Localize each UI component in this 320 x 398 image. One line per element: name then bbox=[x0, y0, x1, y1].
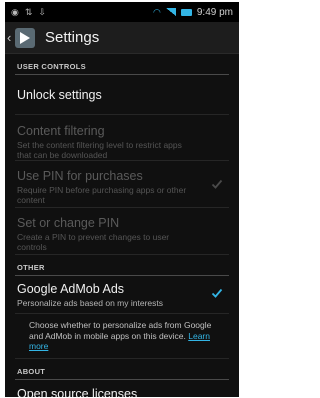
use-pin-item[interactable]: Use PIN for purchases Require PIN before… bbox=[15, 161, 229, 208]
admob-ads-summary: Personalize ads based on my interests bbox=[17, 298, 163, 308]
play-store-icon[interactable] bbox=[15, 27, 35, 48]
page-title: Settings bbox=[45, 29, 100, 46]
admob-ads-item[interactable]: Google AdMob Ads Personalize ads based o… bbox=[15, 276, 229, 314]
admob-ads-checkbox[interactable] bbox=[211, 287, 223, 299]
usb-icon: ⇅ bbox=[24, 6, 33, 17]
status-bar: ◉ ⇅ ⇩ ◠ 9:49 pm bbox=[5, 2, 239, 22]
use-pin-title: Use PIN for purchases bbox=[17, 169, 143, 183]
section-header-user-controls: USER CONTROLS bbox=[15, 54, 229, 75]
open-source-licenses-item[interactable]: Open source licenses bbox=[15, 380, 229, 397]
wifi-icon: ◠ bbox=[153, 6, 161, 17]
change-pin-title: Set or change PIN bbox=[17, 216, 120, 230]
clock: 9:49 pm bbox=[196, 6, 233, 18]
use-pin-checkbox[interactable] bbox=[211, 178, 223, 190]
content-filtering-item[interactable]: Content filtering Set the content filter… bbox=[15, 115, 229, 161]
content-filtering-title: Content filtering bbox=[17, 124, 105, 138]
section-header-about: ABOUT bbox=[15, 359, 229, 380]
admob-ads-title: Google AdMob Ads bbox=[17, 282, 125, 296]
change-pin-item[interactable]: Set or change PIN Create a PIN to preven… bbox=[15, 208, 229, 255]
battery-icon bbox=[180, 8, 192, 16]
unlock-settings-label: Unlock settings bbox=[17, 87, 102, 102]
change-pin-summary: Create a PIN to prevent changes to user … bbox=[17, 232, 170, 252]
screen: ◉ ⇅ ⇩ ◠ 9:49 pm ‹ Settings USER CONTROLS… bbox=[5, 2, 239, 397]
signal-icon bbox=[165, 8, 176, 16]
alert-icon: ◉ bbox=[11, 6, 19, 17]
open-source-licenses-label: Open source licenses bbox=[17, 387, 138, 397]
download-icon: ⇩ bbox=[38, 6, 46, 17]
use-pin-summary: Require PIN before purchasing apps or ot… bbox=[17, 185, 187, 205]
settings-list: USER CONTROLS Unlock settings Content fi… bbox=[5, 54, 239, 397]
action-bar: ‹ Settings bbox=[5, 22, 239, 54]
section-header-other: OTHER bbox=[15, 255, 229, 276]
content-filtering-summary: Set the content filtering level to restr… bbox=[17, 140, 182, 160]
back-caret-icon[interactable]: ‹ bbox=[7, 30, 15, 45]
unlock-settings-item[interactable]: Unlock settings bbox=[15, 75, 229, 115]
admob-info-body: Choose whether to personalize ads from G… bbox=[29, 320, 212, 341]
admob-info-text: Choose whether to personalize ads from G… bbox=[15, 314, 229, 359]
